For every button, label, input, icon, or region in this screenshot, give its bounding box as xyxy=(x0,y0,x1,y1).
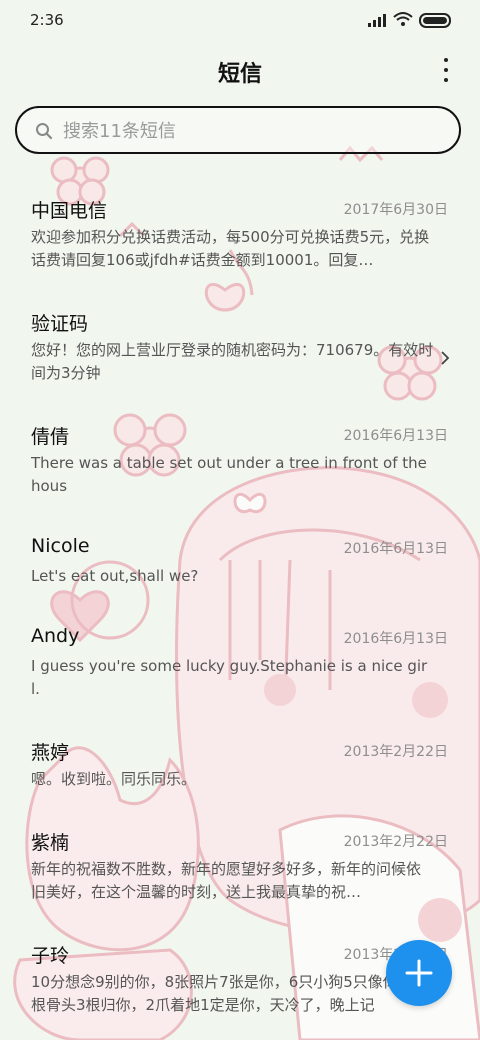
signal-icon xyxy=(368,14,386,27)
contact-name: 子玲 xyxy=(31,945,70,967)
message-preview: 新年的祝福数不胜数，新年的愿望好多好多，新年的问候依旧美好，在这个温馨的时刻，送… xyxy=(31,860,422,901)
message-date: 2017年6月30日 xyxy=(343,202,448,218)
page-title: 短信 xyxy=(217,62,262,87)
conversation-item[interactable]: 中国电信 2017年6月30日 欢迎参加积分兑换话费活动，每500分可兑换话费5… xyxy=(0,180,480,290)
conversation-item[interactable]: Andy 2016年6月13日 I guess you're some luck… xyxy=(0,609,480,719)
app-header: 短信 xyxy=(0,48,480,92)
message-preview: 您好！您的网上营业厅登录的随机密码为：710679。有效时间为3分钟 xyxy=(31,341,434,382)
dot-icon xyxy=(444,78,448,82)
message-preview: 10分想念9别的你，8张照片7张是你，6只小狗5只像你，4根骨头3根归你，2爪着… xyxy=(31,973,423,1014)
search-icon xyxy=(36,123,53,140)
status-bar: 2:36 xyxy=(0,0,480,40)
conversation-item[interactable]: 紫楠 2013年2月22日 新年的祝福数不胜数，新年的愿望好多好多，新年的问候依… xyxy=(0,812,480,922)
message-list: 中国电信 2017年6月30日 欢迎参加积分兑换话费活动，每500分可兑换话费5… xyxy=(0,180,480,1040)
contact-name: Andy xyxy=(31,625,80,647)
message-preview: Let's eat out,shall we? xyxy=(31,567,199,585)
contact-name: 倩倩 xyxy=(31,426,70,448)
contact-name: 中国电信 xyxy=(31,200,108,222)
message-preview: 嗯。收到啦。同乐同乐。 xyxy=(31,770,197,788)
dot-icon xyxy=(444,58,448,62)
chevron-right-icon xyxy=(441,351,450,365)
search-input[interactable] xyxy=(61,116,445,146)
new-message-button[interactable] xyxy=(386,940,452,1006)
wifi-icon xyxy=(393,12,413,26)
conversation-item[interactable]: 倩倩 2016年6月13日 There was a table set out … xyxy=(0,406,480,516)
conversation-item[interactable]: 验证码 您好！您的网上营业厅登录的随机密码为：710679。有效时间为3分钟 xyxy=(0,293,480,403)
plus-icon xyxy=(405,959,433,987)
battery-icon xyxy=(419,13,451,28)
message-date: 2016年6月13日 xyxy=(343,541,448,557)
contact-name: 紫楠 xyxy=(31,832,70,854)
contact-name: Nicole xyxy=(31,535,90,557)
contact-name: 验证码 xyxy=(31,313,89,335)
search-bar[interactable] xyxy=(15,106,461,154)
status-time: 2:36 xyxy=(30,11,64,29)
message-date: 2013年2月22日 xyxy=(343,834,448,850)
dot-icon xyxy=(444,68,448,72)
contact-name: 燕婷 xyxy=(31,742,70,764)
more-options-button[interactable] xyxy=(438,58,454,82)
message-preview: I guess you're some lucky guy.Stephanie … xyxy=(31,657,428,698)
message-preview: There was a table set out under a tree i… xyxy=(31,454,427,495)
message-date: 2016年6月13日 xyxy=(343,631,448,647)
message-date: 2016年6月13日 xyxy=(343,428,448,444)
message-date: 2013年2月22日 xyxy=(343,744,448,760)
message-preview: 欢迎参加积分兑换话费活动，每500分可兑换话费5元，兑换话费请回复106或jfd… xyxy=(31,228,430,269)
status-icons xyxy=(368,12,451,28)
